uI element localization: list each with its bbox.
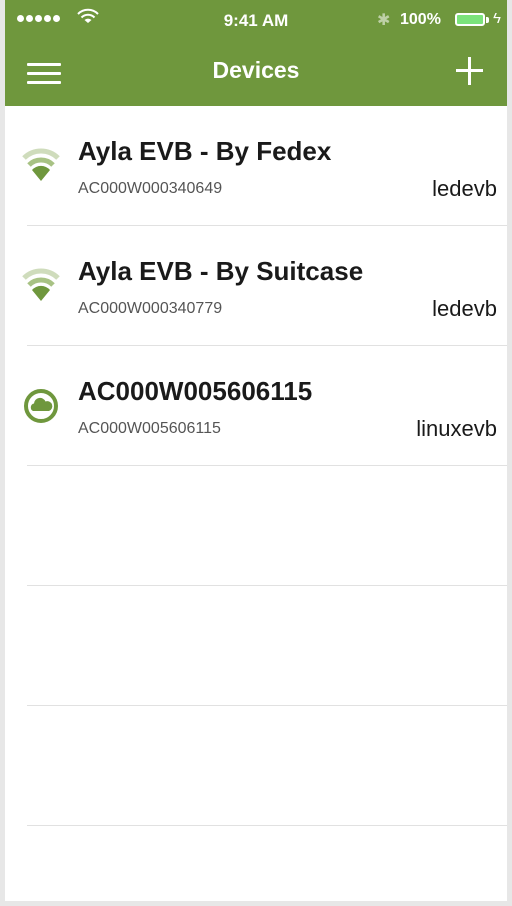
device-dsn: AC000W000340779 xyxy=(78,300,223,317)
device-dsn: AC000W005606115 xyxy=(78,420,221,437)
page-title: Devices xyxy=(212,57,300,83)
bluetooth-icon: ✱ xyxy=(377,12,391,29)
device-row[interactable]: Ayla EVB - By Fedex AC000W000340649 lede… xyxy=(5,106,507,226)
device-row[interactable]: Ayla EVB - By Suitcase AC000W000340779 l… xyxy=(5,226,507,346)
add-device-button[interactable] xyxy=(455,57,485,87)
wifi-signal-icon xyxy=(22,148,60,181)
battery-icon xyxy=(455,13,485,26)
devices-screen: 9:41 AM ✱ 100% ϟ Devices Ayla EVB - By F… xyxy=(0,0,512,906)
device-name: Ayla EVB - By Fedex xyxy=(78,136,332,166)
device-model: ledevb xyxy=(432,176,497,201)
device-dsn: AC000W000340649 xyxy=(78,180,223,197)
device-name: AC000W005606115 xyxy=(78,376,313,406)
device-name: Ayla EVB - By Suitcase xyxy=(78,256,364,286)
empty-row xyxy=(5,466,507,586)
battery-percent: 100% xyxy=(400,11,441,28)
device-model: linuxevb xyxy=(416,416,497,441)
nav-bar: 9:41 AM ✱ 100% ϟ Devices xyxy=(5,0,507,106)
row-divider xyxy=(27,825,507,826)
empty-row xyxy=(5,706,507,826)
cloud-icon xyxy=(24,389,58,423)
battery-nub xyxy=(486,17,489,23)
device-row[interactable]: AC000W005606115 AC000W005606115 linuxevb xyxy=(5,346,507,466)
device-model: ledevb xyxy=(432,296,497,321)
wifi-signal-icon xyxy=(22,268,60,301)
status-bar: 9:41 AM ✱ 100% ϟ xyxy=(5,0,507,40)
empty-row xyxy=(5,586,507,706)
device-list: Ayla EVB - By Fedex AC000W000340649 lede… xyxy=(5,106,507,826)
charging-icon: ϟ xyxy=(493,10,501,27)
